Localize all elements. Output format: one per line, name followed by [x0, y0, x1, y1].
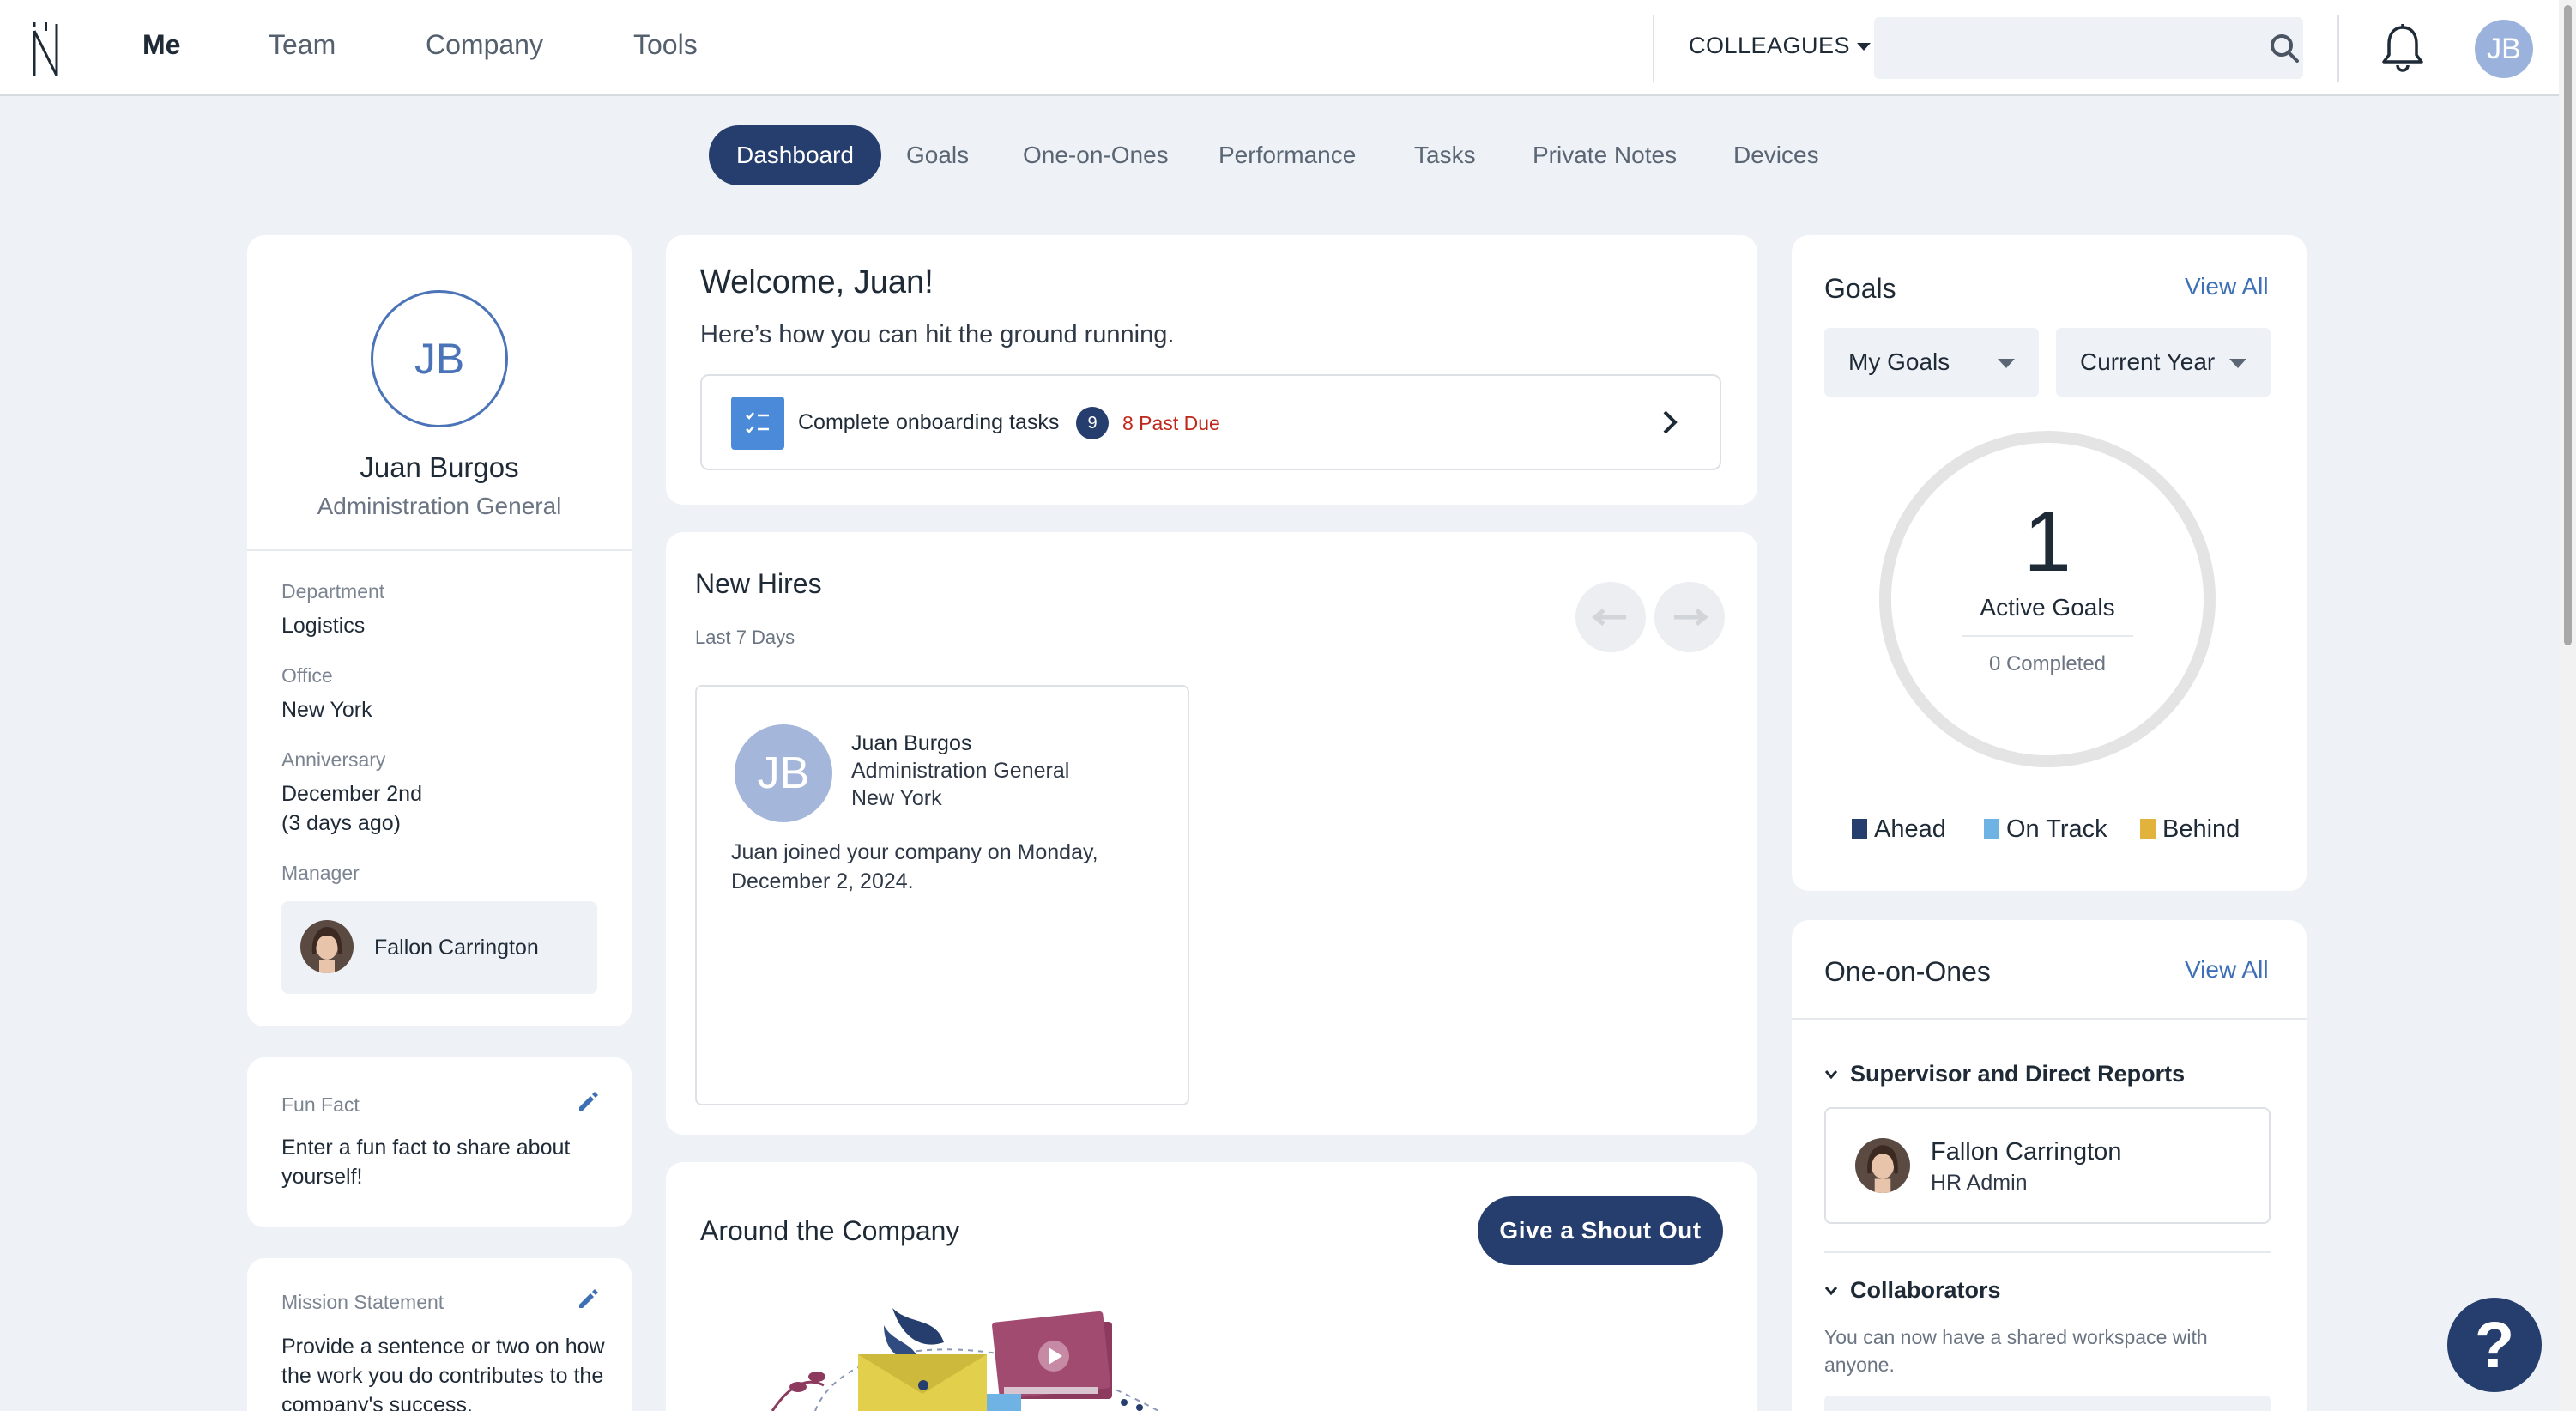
search-icon[interactable]: [2267, 31, 2301, 65]
search-input[interactable]: [1874, 17, 2303, 79]
past-due-status: 8 Past Due: [1122, 412, 1220, 434]
legend-behind-swatch: [2140, 819, 2156, 839]
legend-ahead-label: Ahead: [1874, 815, 1946, 843]
new-hire-office: New York: [851, 786, 942, 810]
caret-down-icon: [2229, 359, 2246, 368]
shout-out-illustration-icon: [771, 1308, 1159, 1411]
chevron-right-icon[interactable]: [1660, 409, 1680, 436]
new-hire-name[interactable]: Juan Burgos: [851, 731, 971, 756]
next-arrow-button[interactable]: [1654, 582, 1725, 652]
tab-dashboard[interactable]: Dashboard: [709, 125, 881, 185]
legend-ahead-swatch: [1852, 819, 1867, 839]
legend-behind-label: Behind: [2162, 815, 2240, 843]
checklist-icon: [731, 397, 784, 450]
caret-down-icon: [1857, 43, 1872, 51]
anniversary-ago: (3 days ago): [281, 811, 401, 835]
office-value: New York: [281, 698, 372, 722]
notification-bell-icon[interactable]: [2379, 22, 2427, 74]
nav-tools[interactable]: Tools: [633, 29, 698, 61]
collaborators-group-header[interactable]: Collaborators: [1850, 1277, 2001, 1304]
nav-me[interactable]: Me: [142, 29, 180, 61]
one-on-ones-group-divider: [1824, 1251, 2271, 1253]
manager-label: Manager: [281, 862, 360, 884]
profile-avatar: JB: [371, 290, 508, 427]
chevron-down-icon[interactable]: [1824, 1068, 1838, 1081]
welcome-subtitle: Here’s how you can hit the ground runnin…: [700, 321, 1175, 348]
profile-title: Administration General: [317, 493, 562, 519]
goals-view-all-link[interactable]: View All: [2185, 273, 2269, 300]
one-on-one-person-role: HR Admin: [1931, 1171, 2028, 1195]
app-logo-icon[interactable]: [29, 19, 63, 79]
supervisor-group-header[interactable]: Supervisor and Direct Reports: [1850, 1061, 2185, 1087]
welcome-heading: Welcome, Juan!: [700, 264, 934, 300]
fun-fact-text: Enter a fun fact to share about yourself…: [281, 1135, 571, 1189]
anniversary-label: Anniversary: [281, 748, 386, 771]
arrow-right-icon: [1674, 609, 1708, 626]
department-label: Department: [281, 580, 385, 603]
mission-text: Provide a sentence or two on how the wor…: [281, 1335, 605, 1411]
edit-fun-fact-pencil-icon[interactable]: [575, 1088, 601, 1114]
new-hire-avatar: JB: [735, 724, 832, 822]
anniversary-date: December 2nd: [281, 782, 422, 806]
goals-title: Goals: [1824, 273, 1896, 304]
department-value: Logistics: [281, 614, 366, 638]
new-hire-title: Administration General: [851, 759, 1070, 783]
nav-divider: [1653, 15, 1654, 82]
fun-fact-label: Fun Fact: [281, 1093, 360, 1116]
manager-name[interactable]: Fallon Carrington: [374, 933, 539, 962]
tab-devices[interactable]: Devices: [1706, 125, 1847, 185]
colleagues-dropdown[interactable]: COLLEAGUES: [1689, 33, 1872, 59]
edit-mission-pencil-icon[interactable]: [575, 1286, 601, 1311]
new-hire-description: Juan joined your company on Monday, Dece…: [731, 840, 1098, 893]
new-hires-subtitle: Last 7 Days: [695, 627, 795, 648]
help-button[interactable]: ?: [2447, 1298, 2542, 1392]
give-shout-out-button[interactable]: Give a Shout Out: [1478, 1196, 1723, 1265]
legend-on-track-swatch: [1984, 819, 1999, 839]
one-on-one-person-name: Fallon Carrington: [1931, 1138, 2122, 1166]
tab-performance[interactable]: Performance: [1191, 125, 1383, 185]
tab-one-on-ones[interactable]: One-on-Ones: [995, 125, 1196, 185]
collaborators-description: You can now have a shared workspace with…: [1824, 1326, 2208, 1376]
completed-goals: 0 Completed: [1988, 652, 2107, 675]
user-avatar[interactable]: JB: [2475, 20, 2533, 78]
active-goals-label: Active Goals: [1980, 594, 2115, 621]
tab-tasks[interactable]: Tasks: [1387, 125, 1503, 185]
office-label: Office: [281, 664, 333, 687]
active-goals-count: 1: [2023, 494, 2071, 590]
one-on-ones-divider: [1792, 1018, 2307, 1020]
profile-divider: [247, 549, 632, 551]
around-company-title: Around the Company: [700, 1215, 960, 1246]
nav-divider-2: [2337, 15, 2339, 82]
new-hires-title: New Hires: [695, 568, 822, 599]
one-on-ones-view-all-link[interactable]: View All: [2185, 956, 2269, 984]
legend-on-track-label: On Track: [2006, 815, 2107, 843]
collaborators-input[interactable]: [1824, 1396, 2271, 1411]
arrow-left-icon: [1592, 609, 1626, 626]
goals-period-value: Current Year: [2080, 348, 2216, 375]
task-count-badge: 9: [1076, 407, 1109, 439]
nav-company[interactable]: Company: [426, 29, 543, 61]
caret-down-icon: [1998, 359, 2015, 368]
page-scrollbar-thumb[interactable]: [2564, 5, 2572, 645]
nav-team[interactable]: Team: [269, 29, 336, 61]
manager-avatar-icon: [300, 920, 354, 973]
tab-private-notes[interactable]: Private Notes: [1505, 125, 1704, 185]
goals-ring-divider: [1962, 635, 2133, 637]
mission-label: Mission Statement: [281, 1291, 444, 1313]
fallon-avatar-icon: [1855, 1138, 1910, 1193]
one-on-ones-title: One-on-Ones: [1824, 956, 1991, 987]
previous-arrow-button[interactable]: [1575, 582, 1646, 652]
profile-name: Juan Burgos: [360, 451, 519, 483]
tab-goals[interactable]: Goals: [879, 125, 996, 185]
goals-owner-value: My Goals: [1848, 348, 1950, 375]
chevron-down-icon[interactable]: [1824, 1284, 1838, 1298]
top-navigation-bar: Me Team Company Tools COLLEAGUES JB: [0, 0, 2559, 96]
onboarding-tasks-label: Complete onboarding tasks: [798, 410, 1060, 434]
colleagues-label: COLLEAGUES: [1689, 33, 1851, 58]
